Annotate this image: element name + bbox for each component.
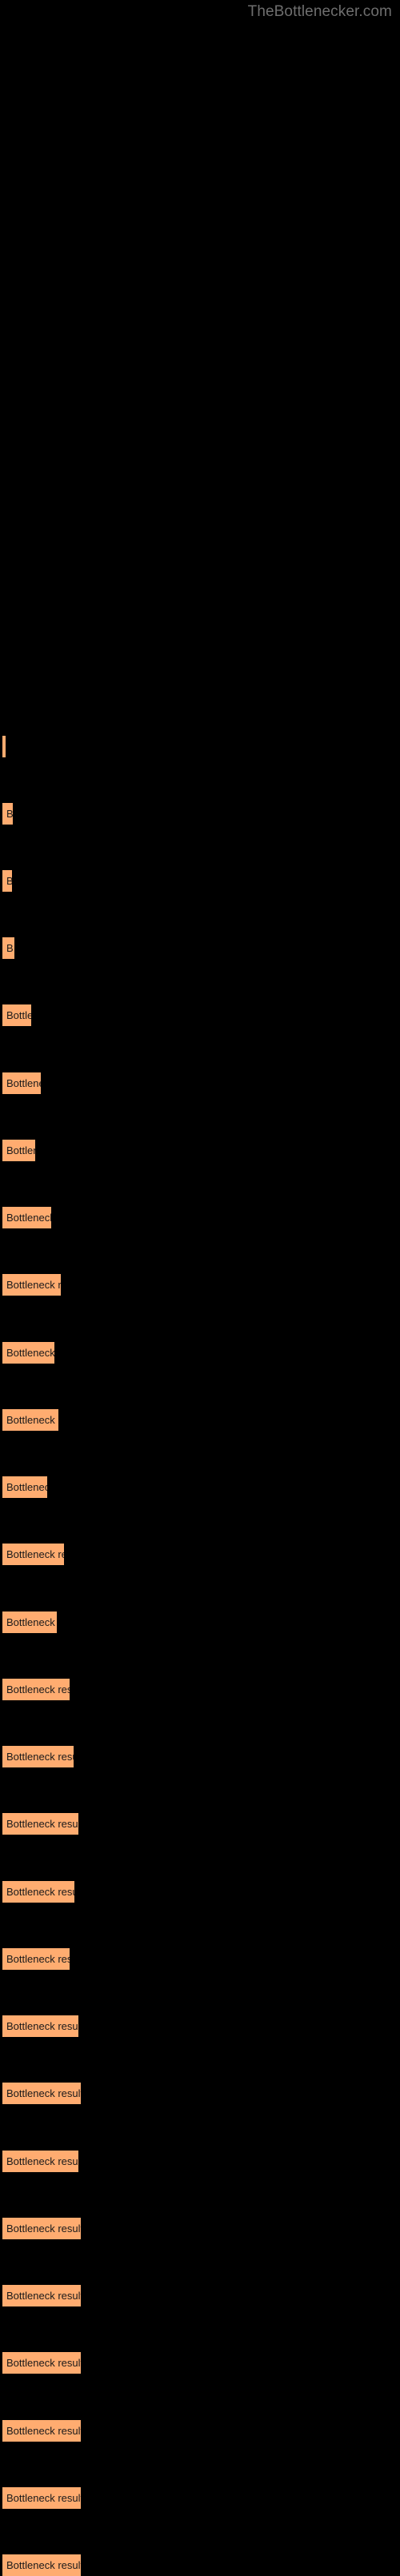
chart-bar: Bottleneck result bbox=[2, 2352, 81, 2374]
chart-bar-label: Bottleneck result bbox=[6, 2020, 78, 2032]
chart-bar: Bottleneck result bbox=[2, 1679, 70, 1700]
chart-bar: Bottleneck result bbox=[2, 2015, 78, 2037]
chart-bar: Bottleneck result bbox=[2, 1813, 78, 1835]
chart-bar-label: B bbox=[6, 808, 13, 820]
chart-bar-label: Bottleneck result bbox=[6, 2559, 81, 2571]
chart-bar-label: Bottleneck result bbox=[6, 1886, 74, 1898]
chart-bar-label: B bbox=[6, 875, 12, 887]
chart-bar: Bottler bbox=[2, 1004, 31, 1026]
chart-bar: Bottleneck re bbox=[2, 1342, 54, 1364]
chart-bar-label: Bottleneck re bbox=[6, 1212, 51, 1224]
chart-bar-label: Bottleneck resu bbox=[6, 1279, 61, 1291]
chart-bar: B bbox=[2, 937, 14, 959]
chart-bar-label: Bottler bbox=[6, 1009, 31, 1021]
chart-bar: Bottleneck result bbox=[2, 2083, 81, 2104]
chart-bar: Bottleneck result bbox=[2, 1948, 70, 1970]
chart-bar-label: Bottleneck result bbox=[6, 2155, 78, 2167]
chart-bar: Bottleneck result bbox=[2, 2554, 81, 2576]
chart-bar: Bottlene bbox=[2, 1140, 35, 1161]
chart-bar-label: Bottlene bbox=[6, 1144, 35, 1156]
chart-bar-label: Bottleneck re bbox=[6, 1347, 54, 1359]
chart-bar-label: Bottleneck bbox=[6, 1077, 41, 1089]
chart-bar-fill bbox=[2, 736, 6, 757]
chart-bar-label: Bottleneck result bbox=[6, 2425, 81, 2437]
chart-bar: Bottleneck re bbox=[2, 1207, 51, 1228]
chart-bar-label: Bottleneck result bbox=[6, 1953, 70, 1965]
chart-bar: B bbox=[2, 803, 13, 825]
chart-bar-label: Bottleneck bbox=[6, 1481, 47, 1493]
chart-bar: Bottleneck result bbox=[2, 2218, 81, 2239]
chart-bar: Bottleneck result bbox=[2, 1746, 74, 1767]
chart-bar: Bottleneck result bbox=[2, 2420, 81, 2442]
bar-chart: B B B Bottler Bottleneck Bottlene Bottleneck r… bbox=[0, 0, 400, 2576]
chart-bar-label: Bottleneck result bbox=[6, 2223, 81, 2235]
chart-bar-label: Bottleneck result bbox=[6, 2492, 81, 2504]
chart-bar: Bottleneck result bbox=[2, 1881, 74, 1903]
chart-bar-label: Bottleneck result bbox=[6, 2087, 81, 2099]
chart-bar: Bottleneck bbox=[2, 1476, 47, 1498]
chart-bar: Bottleneck re bbox=[2, 1611, 57, 1633]
chart-bar: Bottleneck resu bbox=[2, 1274, 61, 1296]
chart-bar-label: Bottleneck result bbox=[6, 2357, 81, 2369]
chart-bar: Bottleneck result bbox=[2, 1544, 64, 1565]
chart-bar: Bottleneck result bbox=[2, 2151, 78, 2172]
chart-bar: Bottleneck result bbox=[2, 2487, 81, 2509]
chart-bar-label: Bottleneck result bbox=[6, 1818, 78, 1830]
chart-bar-label: Bottleneck result bbox=[6, 1751, 74, 1763]
chart-bar-label: Bottleneck result bbox=[6, 1548, 64, 1560]
chart-bar-label: Bottleneck result bbox=[6, 1683, 70, 1695]
chart-bar: B bbox=[2, 870, 12, 892]
chart-bar-label: Bottleneck res bbox=[6, 1414, 58, 1426]
chart-bar-label: B bbox=[6, 942, 14, 954]
chart-bar: Bottleneck res bbox=[2, 1409, 58, 1431]
chart-bar bbox=[2, 736, 6, 757]
chart-bar: Bottleneck result bbox=[2, 2285, 81, 2306]
chart-bar-label: Bottleneck re bbox=[6, 1616, 57, 1628]
chart-bar-label: Bottleneck result bbox=[6, 2290, 81, 2302]
chart-bar: Bottleneck bbox=[2, 1072, 41, 1094]
